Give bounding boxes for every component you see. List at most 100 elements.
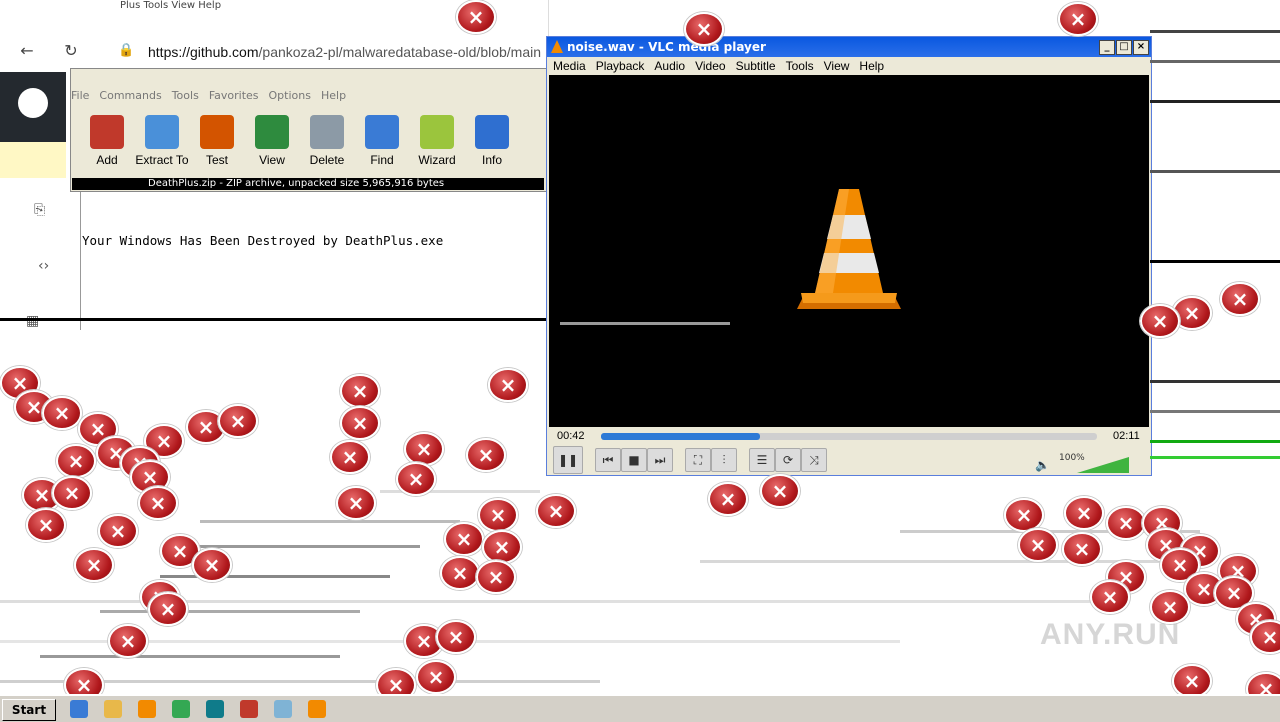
glitch-streak: [100, 610, 360, 613]
glitch-streak: [1150, 456, 1280, 459]
winrar-tool-label: Find: [370, 153, 394, 167]
current-time: 00:42: [557, 430, 585, 442]
vlc-title-bar[interactable]: noise.wav - VLC media player _ □ ×: [547, 37, 1151, 57]
winrar-tool-label: Info: [481, 153, 502, 167]
error-icon: [476, 560, 516, 594]
next-button[interactable]: ⏭: [647, 448, 673, 472]
vlc-video-area[interactable]: [549, 75, 1149, 427]
ie-icon[interactable]: [70, 700, 88, 718]
bookmark-icon[interactable]: ⎘: [34, 202, 45, 218]
error-icon: [192, 548, 232, 582]
winrar-window: File Commands Tools Favorites Options Help Ad…: [70, 68, 548, 192]
vlc-menu-playback[interactable]: Playback: [596, 59, 645, 73]
close-button[interactable]: ×: [1133, 40, 1149, 55]
error-icon: [1090, 580, 1130, 614]
vlc-menu-subtitle[interactable]: Subtitle: [736, 59, 776, 73]
shuffle-button[interactable]: ⤨: [801, 448, 827, 472]
winrar-status-bar: DeathPlus.zip - ZIP archive, unpacked si…: [72, 178, 544, 190]
error-icon: [396, 462, 436, 496]
extended-settings-button[interactable]: ⫶: [711, 448, 737, 472]
winrar-tool-wizard[interactable]: Wizard: [407, 115, 467, 167]
back-arrow-icon[interactable]: ←: [18, 42, 36, 60]
winrar-tool-extract-to[interactable]: Extract To: [132, 115, 192, 167]
error-icon: [108, 624, 148, 658]
lock-icon: 🔒: [118, 43, 135, 58]
reload-icon[interactable]: ↻: [62, 42, 80, 60]
winrar-tool-add[interactable]: Add: [77, 115, 137, 167]
playlist-button[interactable]: ☰: [749, 448, 775, 472]
notepad-icon[interactable]: [274, 700, 292, 718]
vlc-menu-video[interactable]: Video: [695, 59, 725, 73]
media-player-icon[interactable]: [138, 700, 156, 718]
glitch-streak: [1150, 410, 1280, 413]
vlc-menu-media[interactable]: Media: [553, 59, 586, 73]
error-icon: [1062, 532, 1102, 566]
vlc-menu-tools[interactable]: Tools: [786, 59, 814, 73]
loop-button[interactable]: ⟳: [775, 448, 801, 472]
error-icon: [336, 486, 376, 520]
chrome-icon[interactable]: [172, 700, 190, 718]
previous-button[interactable]: ⏮: [595, 448, 621, 472]
winrar-tool-view[interactable]: View: [242, 115, 302, 167]
maximize-button[interactable]: □: [1116, 40, 1132, 55]
winrar-tool-test[interactable]: Test: [187, 115, 247, 167]
error-icon: [1064, 496, 1104, 530]
error-icon: [760, 474, 800, 508]
github-banner: [0, 142, 66, 178]
winrar-icon[interactable]: [240, 700, 258, 718]
notepad-window: [80, 190, 547, 330]
start-label: Start: [11, 703, 47, 717]
winrar-menu-item[interactable]: Help: [321, 89, 346, 102]
error-icon: [436, 620, 476, 654]
fullscreen-button[interactable]: ⛶: [685, 448, 711, 472]
glitch-streak: [1150, 440, 1280, 443]
winrar-menu-item[interactable]: Favorites: [209, 89, 259, 102]
winrar-menu-item[interactable]: Tools: [172, 89, 199, 102]
winrar-tool-delete[interactable]: Delete: [297, 115, 357, 167]
winrar-tool-info[interactable]: Info: [462, 115, 522, 167]
code-icon[interactable]: ‹›: [38, 258, 49, 274]
speaker-icon[interactable]: 🔈: [1035, 458, 1050, 472]
error-icon: [466, 438, 506, 472]
glitch-streak: [560, 322, 730, 325]
minimize-button[interactable]: _: [1099, 40, 1115, 55]
edge-icon[interactable]: [206, 700, 224, 718]
glitch-streak: [1150, 380, 1280, 383]
url-bar[interactable]: https://github.com/pankoza2-pl/malwareda…: [148, 44, 546, 60]
error-icon: [56, 444, 96, 478]
table-icon[interactable]: ▦: [26, 313, 39, 329]
glitch-streak: [40, 655, 340, 658]
winrar-menu-item[interactable]: Options: [269, 89, 311, 102]
winrar-tool-find[interactable]: Find: [352, 115, 412, 167]
vlc-menu-help[interactable]: Help: [859, 59, 884, 73]
stop-button[interactable]: ■: [621, 448, 647, 472]
vlc-menu-audio[interactable]: Audio: [654, 59, 685, 73]
winrar-menu-item[interactable]: File: [71, 89, 89, 102]
seek-bar[interactable]: [601, 433, 1097, 440]
pause-button[interactable]: ❚❚: [553, 446, 583, 474]
glitch-streak: [600, 600, 1100, 603]
error-icon: [708, 482, 748, 516]
error-icon: [98, 514, 138, 548]
folder-extract-icon: [145, 115, 179, 149]
glitch-streak: [1150, 260, 1280, 263]
volume-slider[interactable]: [1077, 457, 1129, 473]
magnifier-icon: [365, 115, 399, 149]
error-icon: [74, 548, 114, 582]
vlc-icon[interactable]: [308, 700, 326, 718]
error-icon: [478, 498, 518, 532]
vlc-title-text: noise.wav - VLC media player: [567, 40, 766, 54]
notepad-message: Your Windows Has Been Destroyed by Death…: [82, 233, 444, 248]
explorer-icon[interactable]: [104, 700, 122, 718]
vlc-menu-view[interactable]: View: [824, 59, 850, 73]
start-button[interactable]: Start: [2, 699, 56, 721]
glitch-streak: [1150, 100, 1280, 103]
glitch-streak: [200, 520, 460, 523]
error-icon: [1106, 506, 1146, 540]
wand-icon: [420, 115, 454, 149]
github-logo-icon[interactable]: [18, 88, 48, 118]
error-icon: [340, 374, 380, 408]
error-icon: [1004, 498, 1044, 532]
total-time: 02:11: [1113, 430, 1140, 442]
winrar-menu-item[interactable]: Commands: [99, 89, 161, 102]
